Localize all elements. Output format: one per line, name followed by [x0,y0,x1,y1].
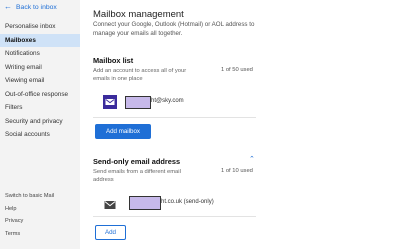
sky-mail-icon [103,95,117,109]
mailbox-used-count: 1 of 50 used [221,67,253,73]
privacy-link[interactable]: Privacy [0,215,80,228]
sidebar-item-social-accounts[interactable]: Social accounts [0,128,80,142]
envelope-icon [103,198,117,212]
mailbox-list-title: Mailbox list [93,56,134,65]
send-only-title: Send-only email address [93,157,181,166]
mailbox-list-description: Add an account to access all of your ema… [93,68,187,82]
sidebar-item-writing-email[interactable]: Writing email [0,61,80,75]
sidebar-item-security-privacy[interactable]: Security and privacy [0,115,80,129]
redacted-email [129,196,161,210]
mailbox-account-email: ht@sky.com [151,98,184,104]
sidebar-item-viewing-email[interactable]: Viewing email [0,74,80,88]
redacted-email [125,96,151,109]
section-divider [93,117,256,118]
sidebar-item-filters[interactable]: Filters [0,101,80,115]
sidebar-footer: Switch to basic Mail Help Privacy Terms [0,190,80,240]
switch-to-basic-link[interactable]: Switch to basic Mail [0,190,80,203]
send-only-description: Send emails from a different email addre… [93,169,181,183]
arrow-left-icon: ← [4,2,12,11]
sidebar-item-personalise-inbox[interactable]: Personalise inbox [0,20,80,34]
section-divider [93,216,256,217]
page-title: Mailbox management [93,9,184,20]
terms-link[interactable]: Terms [0,228,80,241]
add-send-only-button[interactable]: Add [95,225,126,240]
send-only-account-email: ht.co.uk (send-only) [161,199,214,205]
back-to-inbox-label: Back to inbox [16,3,57,11]
sidebar-item-notifications[interactable]: Notifications [0,47,80,61]
back-to-inbox-link[interactable]: ← Back to inbox [4,3,57,11]
send-only-used-count: 1 of 10 used [221,168,253,174]
chevron-up-icon[interactable]: ⌃ [249,155,255,163]
settings-sidebar: ← Back to inbox Personalise inbox Mailbo… [0,0,80,249]
page-description: Connect your Google, Outlook (Hotmail) o… [93,21,255,37]
settings-nav: Personalise inbox Mailboxes Notification… [0,20,80,142]
add-mailbox-button[interactable]: Add mailbox [95,124,151,139]
help-link[interactable]: Help [0,203,80,216]
sidebar-item-mailboxes[interactable]: Mailboxes [0,33,80,47]
sidebar-item-out-of-office[interactable]: Out-of-office response [0,88,80,102]
